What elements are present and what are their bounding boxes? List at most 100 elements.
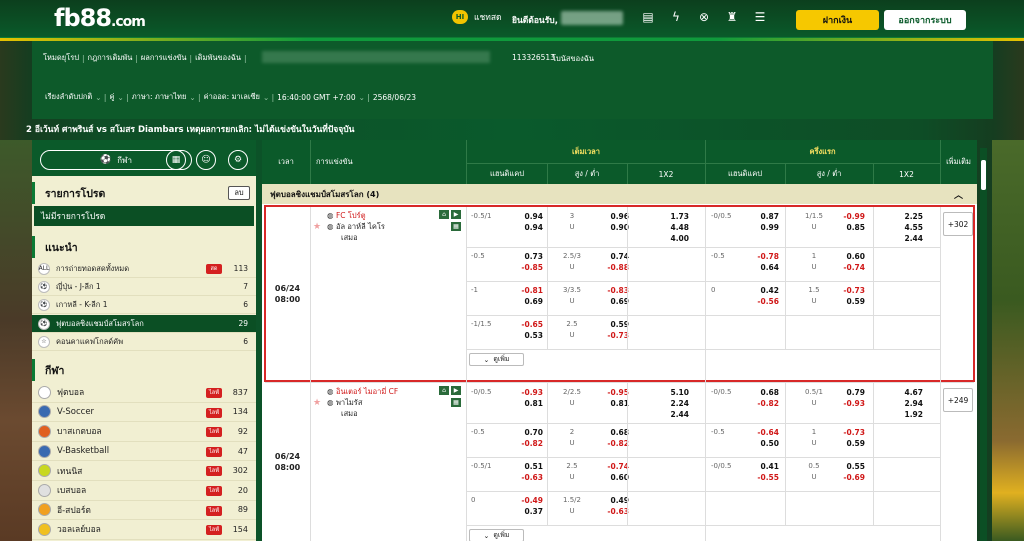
- wallet-icon[interactable]: ▤: [640, 10, 656, 24]
- odds-cell[interactable]: -0.99 0.85: [827, 211, 865, 233]
- live-chat-button[interactable]: HI แชทสด: [452, 10, 502, 24]
- league-row[interactable]: ฟุตบอลชิงแชมป์สโมสรโลก (4) ︿: [262, 184, 977, 204]
- rec-item-kleague[interactable]: ⚽ เกาหลี - K-ลีก 16: [32, 296, 256, 314]
- live-badge: ไลฟ์: [206, 525, 222, 536]
- video-icon[interactable]: ▶: [451, 210, 461, 219]
- lightning-icon[interactable]: ϟ: [668, 10, 684, 24]
- calculator-icon[interactable]: ▦: [166, 150, 186, 170]
- nav-rules[interactable]: กฎการเดิมพัน: [85, 52, 136, 64]
- stats-icon[interactable]: ⌂: [439, 210, 449, 219]
- nav-euro-mode[interactable]: โหมดยุโรป: [40, 52, 82, 64]
- sort-dropdown[interactable]: เรียงลำดับปกติ: [42, 91, 95, 103]
- sport-item[interactable]: เทนนิส ไลฟ์ 302: [32, 461, 256, 481]
- sport-item[interactable]: วอลเลย์บอล ไลฟ์ 154: [32, 520, 256, 540]
- sport-icon: [38, 424, 51, 438]
- header-ou: สูง / ต่ำ: [574, 169, 600, 178]
- sport-icon: [38, 503, 51, 517]
- video-icon[interactable]: ▶: [451, 386, 461, 395]
- odds-cell[interactable]: 0.68 -0.82: [741, 387, 779, 409]
- right-banner-image: [992, 140, 1024, 541]
- team-crest-icon: ◍: [327, 222, 334, 231]
- odds-cell[interactable]: -0.73 0.59: [827, 285, 865, 307]
- scrollbar[interactable]: [980, 148, 987, 541]
- odds-cell[interactable]: 0.96 0.90: [589, 211, 629, 233]
- language-dropdown[interactable]: ภาษา: ภาษาไทย: [129, 91, 190, 103]
- odds-cell[interactable]: 0.79 -0.93: [827, 387, 865, 409]
- nav-results[interactable]: ผลการแข่งขัน: [138, 52, 190, 64]
- odds-cell[interactable]: 0.59 -0.73: [589, 319, 629, 341]
- odds-cell[interactable]: 0.55 -0.69: [827, 461, 865, 483]
- odds-cell[interactable]: -0.83 0.69: [589, 285, 629, 307]
- 1x2-cell[interactable]: 4.67 2.94 1.92: [883, 387, 923, 420]
- chevron-down-icon: ⌄: [483, 355, 490, 364]
- sport-item[interactable]: ฟุตบอล ไลฟ์ 837: [32, 383, 256, 403]
- rec-item-jleague[interactable]: ⚽ ญี่ปุ่น - J-ลีก 17: [32, 278, 256, 296]
- odds-cell[interactable]: 0.60 -0.74: [827, 251, 865, 273]
- odds-cell[interactable]: -0.78 0.64: [741, 251, 779, 273]
- odds-cell[interactable]: 0.41 -0.55: [741, 461, 779, 483]
- odds-cell[interactable]: 0.73 -0.85: [505, 251, 543, 273]
- my-bonus-link[interactable]: โบนัสของฉัน: [552, 53, 594, 65]
- sport-item[interactable]: V-Soccer ไลฟ์ 134: [32, 403, 256, 423]
- pair-dropdown[interactable]: คู่: [106, 91, 117, 103]
- sport-item[interactable]: บาสเกตบอล ไลฟ์ 92: [32, 422, 256, 442]
- odds-cell[interactable]: -0.64 0.50: [741, 427, 779, 449]
- delete-favorites-button[interactable]: ลบ: [228, 186, 250, 200]
- logout-button[interactable]: ออกจากระบบ: [884, 10, 966, 30]
- stats-icon[interactable]: ⌂: [439, 386, 449, 395]
- odds-cell[interactable]: -0.65 0.53: [505, 319, 543, 341]
- match-datetime: 06/24 08:00: [274, 452, 301, 472]
- field-icon[interactable]: ▦: [451, 398, 461, 407]
- deposit-button[interactable]: ฝากเงิน: [796, 10, 879, 30]
- more-markets-button[interactable]: +302: [943, 212, 973, 236]
- recommended-title: แนะนำ: [32, 236, 256, 258]
- 1x2-cell[interactable]: 5.10 2.24 2.44: [655, 387, 689, 420]
- odds-cell[interactable]: 0.74 -0.88: [589, 251, 629, 273]
- team-crest-icon: ◍: [327, 211, 334, 220]
- odds-cell[interactable]: -0.95 0.81: [589, 387, 629, 409]
- away-team: อัล อาห์ลี ไคโร: [335, 222, 385, 231]
- rec-item-all-live[interactable]: ALL การถ่ายทอดสดทั้งหมด สด 113: [32, 260, 256, 278]
- odds-cell[interactable]: -0.49 0.37: [505, 495, 543, 517]
- sports-logo-icon[interactable]: ⊗: [696, 10, 712, 24]
- odds-cell[interactable]: 0.70 -0.82: [505, 427, 543, 449]
- sport-item[interactable]: เบสบอล ไลฟ์ 20: [32, 481, 256, 501]
- show-more-button[interactable]: ⌄ ดูเพิ่ม: [469, 353, 524, 366]
- sport-item[interactable]: อี-สปอร์ต ไลฟ์ 89: [32, 501, 256, 521]
- live-badge: ไลฟ์: [206, 388, 222, 398]
- odds-cell[interactable]: 0.87 0.99: [741, 211, 779, 233]
- rec-item-gold-cup[interactable]: ☆ คอนคาแคฟโกลด์คัพ 6: [32, 333, 256, 351]
- trophy-icon[interactable]: ♜: [724, 10, 740, 24]
- 1x2-cell[interactable]: 2.25 4.55 2.44: [883, 211, 923, 244]
- field-icon[interactable]: ▦: [451, 222, 461, 231]
- chevron-up-icon[interactable]: ︿: [954, 188, 963, 201]
- no-favorites: ไม่มีรายการโปรด: [34, 206, 254, 226]
- favorite-star-icon[interactable]: ★: [313, 222, 321, 232]
- nav-my-bets[interactable]: เดิมพันของฉัน: [192, 52, 244, 64]
- rec-item-club-world-cup[interactable]: ⚽ ฟุตบอลชิงแชมป์สโมสรโลก 29: [32, 315, 256, 333]
- more-markets-button[interactable]: +249: [943, 388, 973, 412]
- odds-cell[interactable]: 0.68 -0.82: [589, 427, 629, 449]
- odds-cell[interactable]: -0.93 0.81: [505, 387, 543, 409]
- gear-icon[interactable]: ⚙: [228, 150, 248, 170]
- favorite-star-icon[interactable]: ★: [313, 398, 321, 408]
- odds-cell[interactable]: 0.51 -0.63: [505, 461, 543, 483]
- odds-cell[interactable]: -0.74 0.60: [589, 461, 629, 483]
- show-more-button[interactable]: ⌄ ดูเพิ่ม: [469, 529, 524, 541]
- match-block: 06/24 08:00 ★ ◍ FC โปร์ตู ◍ อัล อาห์ลี ไคโ…: [264, 205, 975, 382]
- draw-label: เสมอ: [341, 233, 358, 242]
- odds-cell[interactable]: 0.42 -0.56: [741, 285, 779, 307]
- 1x2-cell[interactable]: 1.73 4.48 4.00: [655, 211, 689, 244]
- odds-cell[interactable]: 0.49 -0.63: [589, 495, 629, 517]
- sport-item[interactable]: V-Basketball ไลฟ์ 47: [32, 442, 256, 462]
- odds-dropdown[interactable]: ค่าออด: มาเลเซีย: [201, 91, 263, 103]
- logo[interactable]: fb88.com: [54, 4, 146, 32]
- chat-label: แชทสด: [474, 13, 502, 23]
- all-icon: ALL: [38, 262, 50, 275]
- list-icon[interactable]: ☰: [752, 10, 768, 24]
- odds-cell[interactable]: 0.94 0.94: [505, 211, 543, 233]
- header-first-half: ครึ่งแรก: [809, 147, 836, 156]
- odds-cell[interactable]: -0.73 0.59: [827, 427, 865, 449]
- odds-cell[interactable]: -0.81 0.69: [505, 285, 543, 307]
- user-icon[interactable]: ☺: [196, 150, 216, 170]
